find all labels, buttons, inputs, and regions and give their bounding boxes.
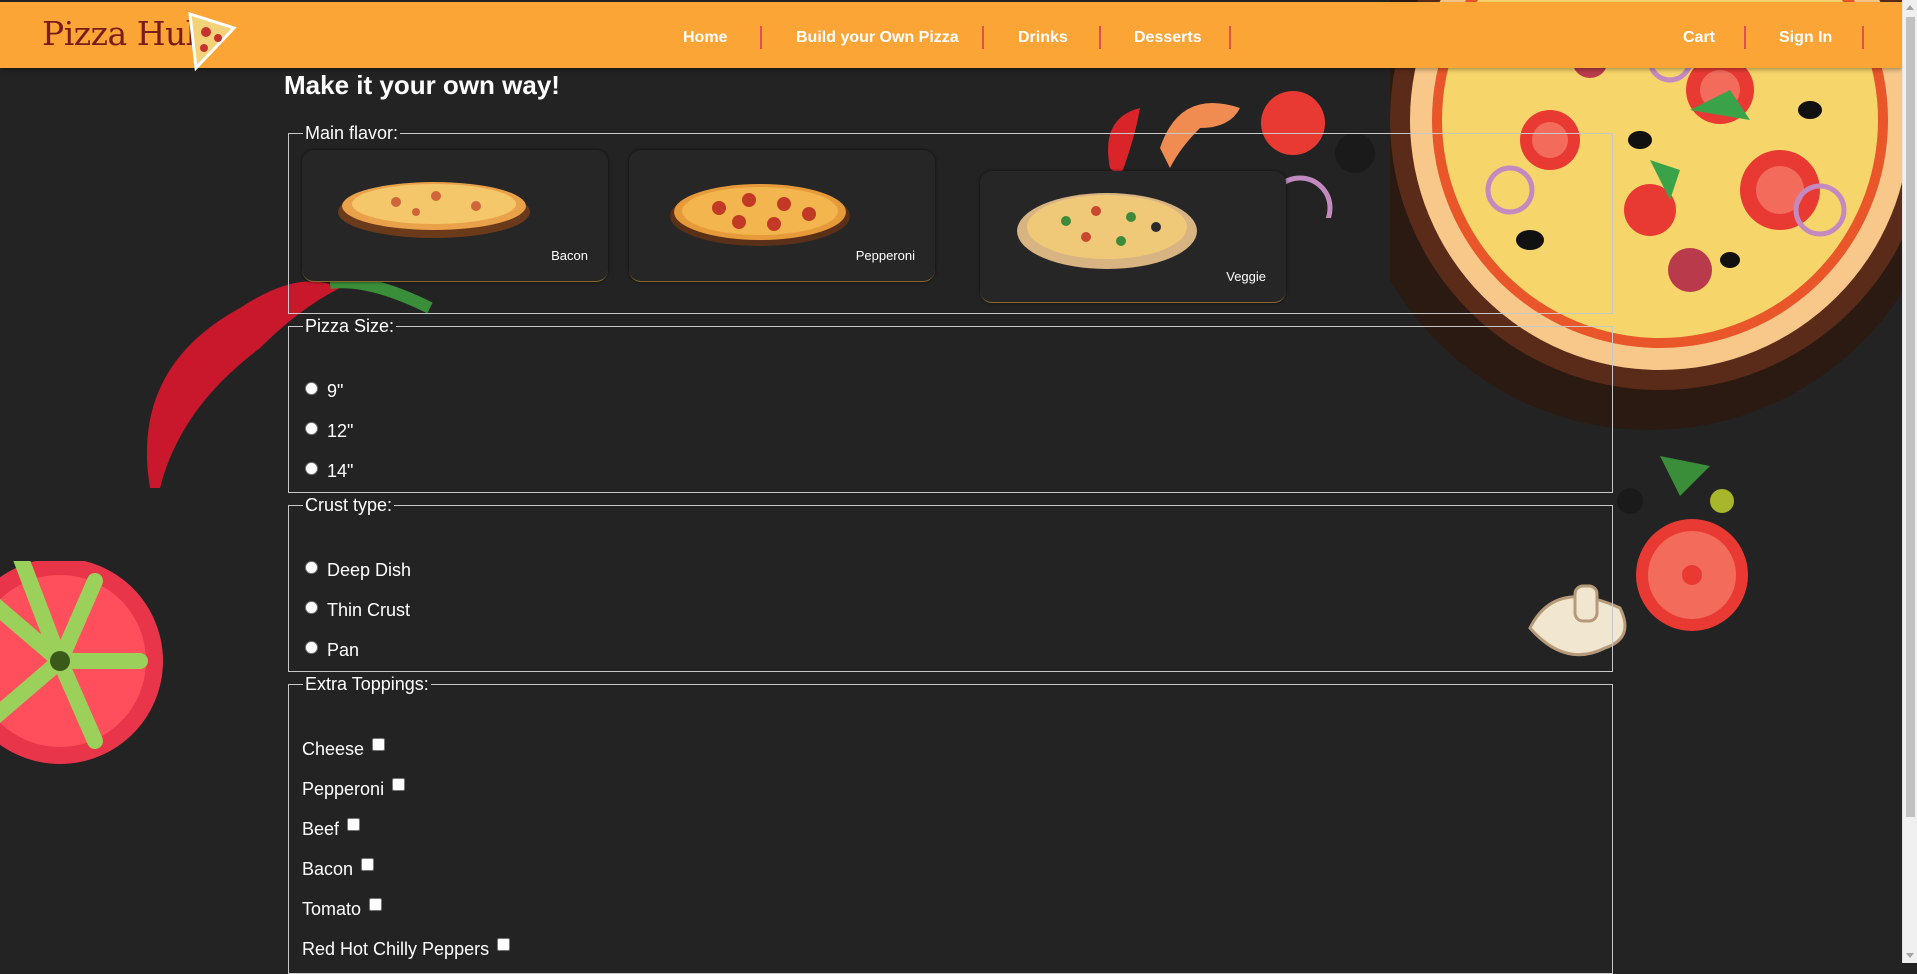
topping-checkbox[interactable] xyxy=(361,858,375,871)
scrollbar-thumb[interactable] xyxy=(1906,17,1915,817)
crust-radio[interactable] xyxy=(305,601,318,614)
crust-radio[interactable] xyxy=(305,561,318,574)
size-label: 14" xyxy=(327,461,354,481)
main-flavor-legend: Main flavor: xyxy=(305,123,399,143)
flavor-label: Bacon xyxy=(551,248,588,263)
nav-separator xyxy=(1099,26,1101,49)
page-scrollbar[interactable] xyxy=(1902,0,1917,963)
topping-checkbox[interactable] xyxy=(497,938,511,951)
extra-toppings-fieldset: Extra Toppings: Cheese Pepperoni Beef Ba… xyxy=(288,674,1613,974)
pizza-size-fieldset: Pizza Size: 9" 12" 14" xyxy=(288,316,1613,493)
crust-label: Deep Dish xyxy=(327,560,412,580)
topping-option[interactable]: Pepperoni xyxy=(302,778,406,800)
nav-link-home[interactable]: Home xyxy=(683,27,727,49)
size-label: 9" xyxy=(327,381,344,401)
size-label: 12" xyxy=(327,421,354,441)
nav-separator xyxy=(1744,26,1746,49)
flavor-card-veggie[interactable]: Veggie xyxy=(980,171,1286,303)
topping-label: Beef xyxy=(302,819,340,839)
topping-label: Tomato xyxy=(302,899,362,919)
veggie-pizza-image xyxy=(1017,193,1197,269)
scroll-down-arrow-icon[interactable] xyxy=(1906,953,1914,958)
topping-checkbox[interactable] xyxy=(369,898,383,911)
topping-label: Pepperoni xyxy=(302,779,385,799)
nav-separator xyxy=(760,26,762,49)
topping-checkbox[interactable] xyxy=(392,778,406,791)
nav-link-drinks[interactable]: Drinks xyxy=(1018,27,1068,49)
nav-link-sign-in[interactable]: Sign In xyxy=(1779,27,1832,49)
nav-separator xyxy=(1862,26,1864,49)
site-logo[interactable]: Pizza Hub xyxy=(42,10,242,72)
scroll-up-arrow-icon[interactable] xyxy=(1906,5,1914,10)
topping-option[interactable]: Beef xyxy=(302,818,361,840)
topping-option[interactable]: Tomato xyxy=(302,898,383,920)
topping-option[interactable]: Cheese xyxy=(302,738,386,760)
size-radio[interactable] xyxy=(305,422,318,435)
flavor-card-pepperoni[interactable]: Pepperoni xyxy=(629,150,935,282)
top-navigation-bar: Pizza Hub Home Build your Own Pizza Drin… xyxy=(0,2,1902,72)
crust-radio[interactable] xyxy=(305,641,318,654)
size-radio[interactable] xyxy=(305,382,318,395)
pizza-size-legend: Pizza Size: xyxy=(305,316,395,336)
topping-checkbox[interactable] xyxy=(347,818,361,831)
flavor-label: Pepperoni xyxy=(855,248,915,263)
size-radio[interactable] xyxy=(305,462,318,475)
nav-link-build-pizza[interactable]: Build your Own Pizza xyxy=(796,27,959,49)
topping-label: Cheese xyxy=(302,739,365,759)
topping-checkbox[interactable] xyxy=(372,738,386,751)
topping-option[interactable]: Red Hot Chilly Peppers xyxy=(302,938,511,960)
pepperoni-pizza-image xyxy=(670,184,850,246)
nav-link-cart[interactable]: Cart xyxy=(1683,27,1715,49)
basil-olive-illustration xyxy=(1617,456,1734,514)
tomato-slice-illustration xyxy=(1636,519,1748,631)
nav-separator xyxy=(1229,26,1231,49)
topping-option[interactable]: Bacon xyxy=(302,858,375,880)
extra-toppings-legend: Extra Toppings: xyxy=(305,674,429,694)
nav-link-desserts[interactable]: Desserts xyxy=(1134,27,1202,49)
flavor-card-bacon[interactable]: Bacon xyxy=(302,150,608,282)
page-title: Make it your own way! xyxy=(284,70,560,100)
nav-separator xyxy=(982,26,984,49)
topping-label: Bacon xyxy=(302,859,354,879)
crust-type-fieldset: Crust type: Deep Dish Thin Crust Pan xyxy=(288,495,1613,672)
pizza-slice-icon xyxy=(188,11,237,72)
bacon-pizza-image xyxy=(338,182,530,238)
topping-label: Red Hot Chilly Peppers xyxy=(302,939,490,959)
crust-label: Pan xyxy=(327,640,360,660)
flavor-label: Veggie xyxy=(1226,269,1266,284)
crust-type-legend: Crust type: xyxy=(305,495,393,515)
crust-label: Thin Crust xyxy=(327,600,411,620)
tomato-illustration xyxy=(0,561,163,764)
